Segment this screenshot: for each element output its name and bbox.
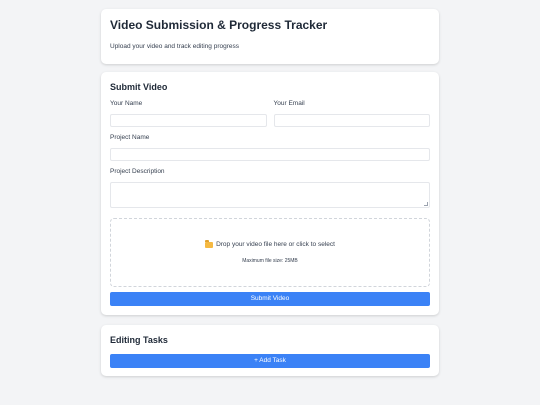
project-name-input[interactable] <box>110 148 430 161</box>
add-task-button[interactable]: + Add Task <box>110 354 430 368</box>
header-card: Video Submission & Progress Tracker Uplo… <box>101 9 439 64</box>
name-email-row: Your Name Your Email <box>110 100 430 127</box>
page-title: Video Submission & Progress Tracker <box>110 18 328 32</box>
project-name-label: Project Name <box>110 134 150 141</box>
submit-video-card: Submit Video Your Name Your Email Projec… <box>101 72 439 315</box>
submit-video-heading: Submit Video <box>110 82 168 92</box>
page-subtitle: Upload your video and track editing prog… <box>110 43 239 50</box>
project-description-field-group: Project Description <box>110 168 430 208</box>
project-name-field-group: Project Name <box>110 134 430 161</box>
project-description-label: Project Description <box>110 168 165 175</box>
name-label: Your Name <box>110 100 143 107</box>
name-field-group: Your Name <box>110 100 267 127</box>
folder-icon <box>205 239 214 248</box>
dropzone-prompt: Drop your video file here or click to se… <box>205 239 335 248</box>
max-file-size-note: Maximum file size: 25MB <box>242 258 298 264</box>
editing-tasks-heading: Editing Tasks <box>110 335 168 345</box>
email-input[interactable] <box>273 114 430 127</box>
submit-video-button[interactable]: Submit Video <box>110 292 430 306</box>
project-description-textarea[interactable] <box>110 182 430 208</box>
video-dropzone[interactable]: Drop your video file here or click to se… <box>110 218 430 287</box>
dropzone-text: Drop your video file here or click to se… <box>216 241 335 248</box>
name-input[interactable] <box>110 114 267 127</box>
resize-handle-icon[interactable] <box>424 202 428 206</box>
email-field-group: Your Email <box>273 100 430 127</box>
email-label: Your Email <box>273 100 305 107</box>
editing-tasks-card: Editing Tasks + Add Task <box>101 325 439 376</box>
